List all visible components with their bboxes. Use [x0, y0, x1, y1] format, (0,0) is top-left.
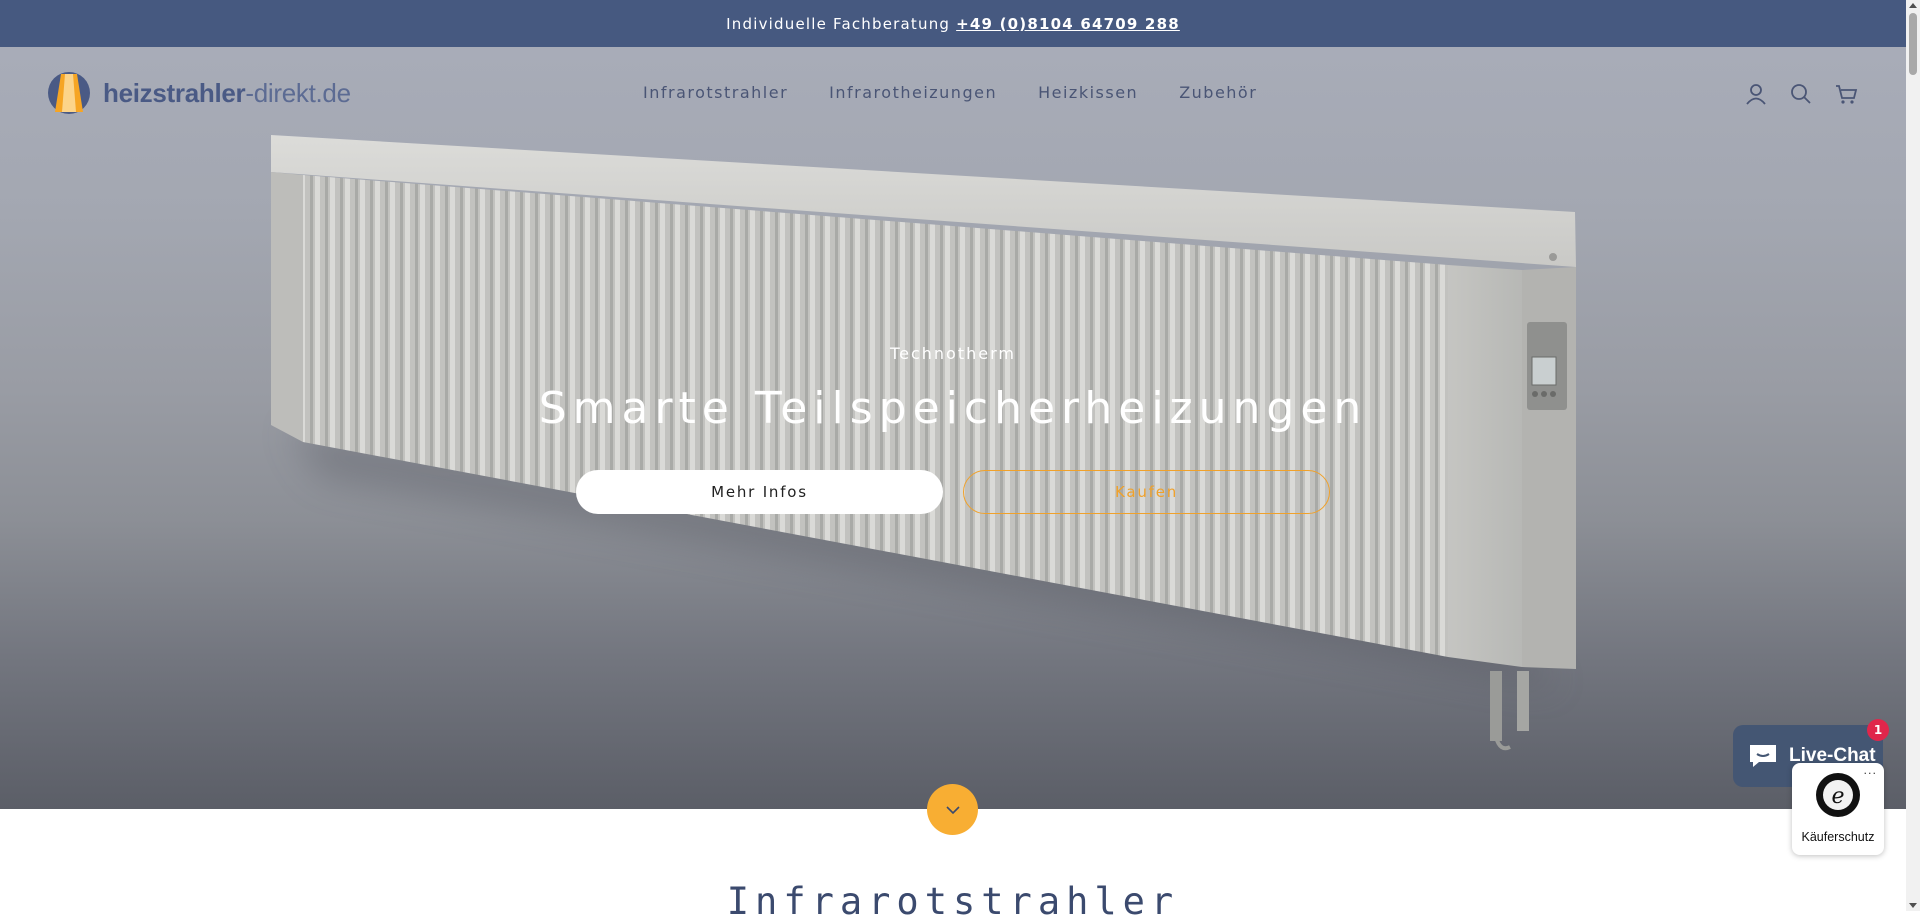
logo-text-bold: heizstrahler: [103, 77, 246, 108]
main-nav: Infrarotstrahler Infrarotheizungen Heizk…: [643, 83, 1257, 102]
logo-icon: [48, 72, 90, 114]
chat-icon: [1750, 745, 1776, 767]
site-header: heizstrahler-direkt.de Infrarotstrahler …: [0, 47, 1906, 139]
hero-subtitle: Technotherm: [890, 344, 1016, 363]
logo[interactable]: heizstrahler-direkt.de: [47, 71, 351, 115]
scroll-down-arrow-icon[interactable]: [1909, 903, 1917, 908]
logo-text-light: -direkt.de: [245, 77, 351, 108]
nav-item-heizkissen[interactable]: Heizkissen: [1038, 83, 1138, 102]
cart-icon[interactable]: [1833, 81, 1859, 107]
announcement-bar: Individuelle Fachberatung +49 (0)8104 64…: [0, 0, 1906, 47]
scrollbar-thumb[interactable]: [1909, 13, 1917, 75]
account-icon[interactable]: [1743, 81, 1769, 107]
nav-item-infrarotstrahler[interactable]: Infrarotstrahler: [643, 83, 788, 102]
buy-button[interactable]: Kaufen: [963, 470, 1330, 514]
nav-item-zubehoer[interactable]: Zubehör: [1179, 83, 1257, 102]
chevron-down-icon: [945, 805, 960, 814]
scrollbar[interactable]: [1906, 0, 1920, 911]
section-title: Infrarotstrahler: [726, 880, 1180, 923]
phone-link[interactable]: +49 (0)8104 64709 288: [956, 15, 1180, 33]
header-icons: [1743, 81, 1859, 107]
trust-label: Käuferschutz: [1801, 830, 1875, 844]
livechat-badge: 1: [1867, 719, 1889, 741]
scroll-up-arrow-icon[interactable]: [1909, 3, 1917, 8]
nav-item-infrarotheizungen[interactable]: Infrarotheizungen: [829, 83, 997, 102]
scroll-down-button[interactable]: [927, 784, 978, 835]
trust-menu-icon[interactable]: ...: [1864, 764, 1878, 777]
hero-title: Smarte Teilspeicherheizungen: [538, 383, 1368, 434]
svg-text:e: e: [1831, 784, 1844, 809]
logo-text: heizstrahler-direkt.de: [103, 78, 351, 109]
announcement-text: Individuelle Fachberatung: [726, 14, 951, 33]
search-icon[interactable]: [1788, 81, 1814, 107]
trusted-shops-seal-icon: e: [1816, 773, 1860, 817]
more-info-button[interactable]: Mehr Infos: [576, 470, 943, 514]
trust-badge[interactable]: ... e Käuferschutz: [1792, 763, 1884, 855]
